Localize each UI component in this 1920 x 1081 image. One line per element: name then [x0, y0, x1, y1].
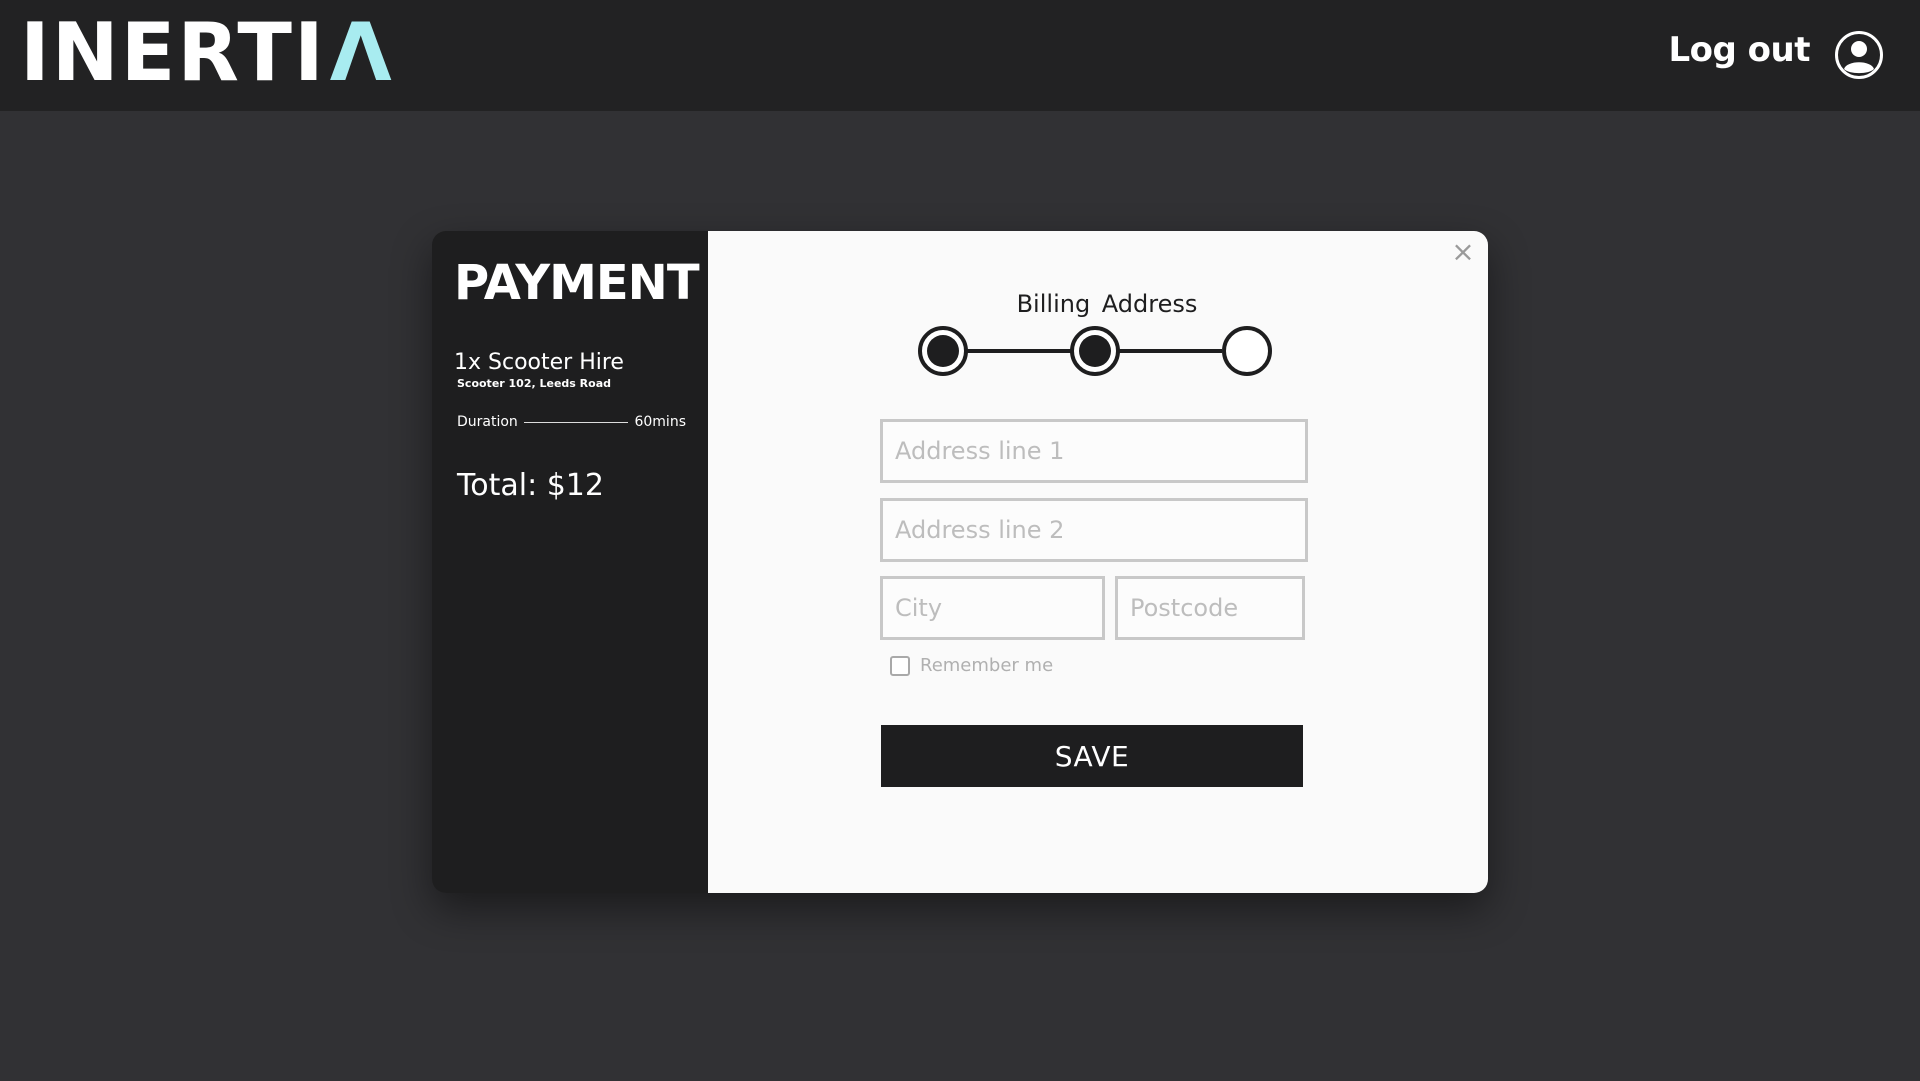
- progress-stepper: [918, 326, 1272, 376]
- inertia-logo[interactable]: INERTI Λ: [20, 6, 394, 99]
- address-line1-input[interactable]: [880, 419, 1308, 483]
- payment-modal: PAYMENT 1x Scooter Hire Scooter 102, Lee…: [432, 231, 1488, 893]
- order-item-location: Scooter 102, Leeds Road: [457, 377, 612, 391]
- order-total: Total: $12: [457, 468, 604, 504]
- user-circle-icon: [1835, 31, 1883, 79]
- address-line2-input[interactable]: [880, 498, 1308, 562]
- remember-me-label: Remember me: [920, 655, 1054, 676]
- step-title: Billing Address: [1016, 290, 1198, 318]
- step-3-indicator: [1222, 326, 1272, 376]
- brand-accent-mark: Λ: [329, 6, 394, 99]
- step-2-indicator: [1070, 326, 1120, 376]
- city-input[interactable]: [880, 576, 1105, 640]
- save-button[interactable]: SAVE: [881, 725, 1303, 787]
- remember-me-checkbox[interactable]: [890, 655, 910, 676]
- user-avatar-button[interactable]: [1834, 30, 1884, 80]
- order-item-name: 1x Scooter Hire: [454, 350, 624, 375]
- duration-value: 60mins: [634, 414, 686, 431]
- logout-button[interactable]: Log out: [1668, 30, 1810, 70]
- payment-title: PAYMENT: [454, 255, 700, 311]
- step-1-indicator: [918, 326, 968, 376]
- remember-me-option[interactable]: Remember me: [890, 655, 1053, 676]
- close-icon[interactable]: ×: [1450, 238, 1476, 266]
- duration-label: Duration: [457, 414, 518, 431]
- brand-wordmark: INERTI: [20, 6, 326, 99]
- top-navbar: INERTI Λ Log out: [0, 0, 1920, 111]
- order-summary-panel: PAYMENT 1x Scooter Hire Scooter 102, Lee…: [432, 231, 708, 893]
- billing-form-panel: × Billing Address Remember me SAVE: [708, 231, 1488, 893]
- duration-row: Duration 60mins: [454, 414, 686, 430]
- postcode-input[interactable]: [1115, 576, 1305, 640]
- duration-divider: [523, 421, 629, 423]
